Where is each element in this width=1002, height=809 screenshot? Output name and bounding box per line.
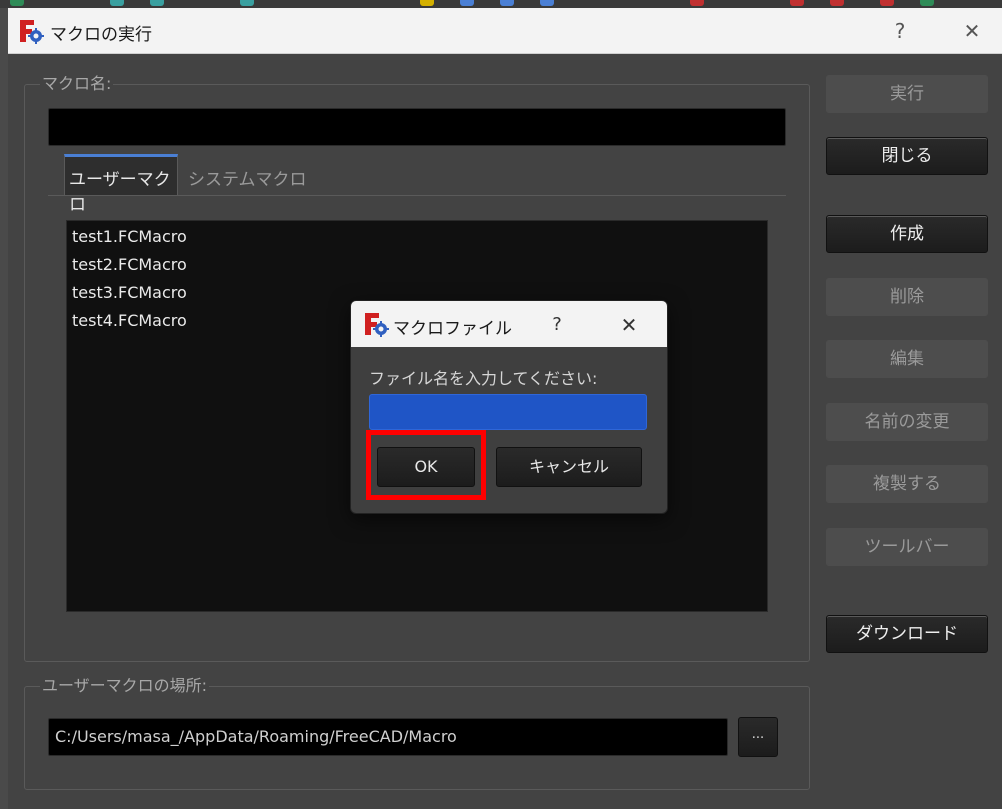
list-item[interactable]: test1.FCMacro	[72, 227, 187, 246]
ok-highlight-box	[366, 430, 486, 500]
window-close-button[interactable]: ✕	[952, 16, 992, 46]
edit-button[interactable]: 編集	[826, 340, 988, 378]
close-button[interactable]: 閉じる	[826, 137, 988, 175]
create-button[interactable]: 作成	[826, 215, 988, 253]
list-item[interactable]: test4.FCMacro	[72, 311, 187, 330]
filename-input[interactable]	[369, 394, 647, 430]
background-toolbar-strip	[0, 0, 1002, 8]
dialog-title: マクロファイル	[393, 319, 512, 339]
help-button[interactable]: ?	[880, 16, 920, 46]
window-titlebar: マクロの実行 ? ✕	[8, 8, 1002, 54]
list-item[interactable]: test3.FCMacro	[72, 283, 187, 302]
macro-location-path: C:/Users/masa_/AppData/Roaming/FreeCAD/M…	[55, 727, 457, 746]
toolbar-button[interactable]: ツールバー	[826, 528, 988, 566]
freecad-logo-icon	[20, 20, 44, 44]
macro-location-input[interactable]: C:/Users/masa_/AppData/Roaming/FreeCAD/M…	[48, 718, 728, 756]
tab-user-macros[interactable]: ユーザーマクロ	[64, 154, 178, 215]
macro-name-label: マクロ名:	[40, 70, 114, 94]
macro-name-input[interactable]	[48, 108, 786, 146]
browse-button[interactable]: ...	[738, 717, 778, 757]
window-title: マクロの実行	[50, 25, 152, 45]
macro-location-label: ユーザーマクロの場所:	[40, 672, 210, 696]
list-item[interactable]: test2.FCMacro	[72, 255, 187, 274]
dialog-titlebar: マクロファイル ? ✕	[351, 301, 667, 347]
cancel-button[interactable]: キャンセル	[496, 447, 642, 487]
tab-system-macros[interactable]: システムマクロ	[188, 157, 318, 195]
dialog-prompt: ファイル名を入力してください:	[369, 369, 598, 388]
freecad-logo-icon	[365, 313, 389, 337]
execute-button[interactable]: 実行	[826, 75, 988, 113]
rename-button[interactable]: 名前の変更	[826, 403, 988, 441]
tab-system-macros-label: システムマクロ	[188, 170, 307, 190]
download-button[interactable]: ダウンロード	[826, 615, 988, 653]
duplicate-button[interactable]: 複製する	[826, 465, 988, 503]
dialog-close-button[interactable]: ✕	[609, 310, 649, 340]
tab-divider	[48, 195, 786, 196]
delete-button[interactable]: 削除	[826, 278, 988, 316]
dialog-help-button[interactable]: ?	[537, 310, 577, 340]
